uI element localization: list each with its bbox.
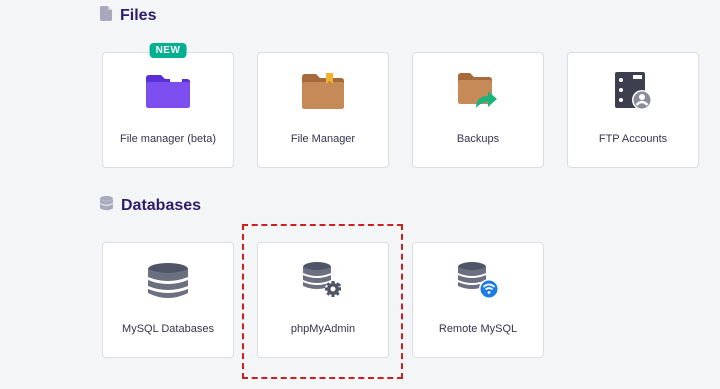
file-manager-label: File Manager <box>290 133 356 145</box>
file-manager-beta-card[interactable]: NEW File manager (beta) <box>102 43 234 168</box>
backup-folder-icon <box>454 71 502 111</box>
ftp-server-icon <box>609 71 657 111</box>
databases-title: Databases <box>121 197 202 214</box>
database-icon <box>144 261 192 301</box>
phpmyadmin-label: phpMyAdmin <box>290 323 356 335</box>
files-section-header: Files <box>100 6 156 26</box>
backups-label: Backups <box>456 133 500 145</box>
ftp-accounts-label: FTP Accounts <box>598 133 668 145</box>
file-manager-card[interactable]: File Manager <box>257 52 389 168</box>
remote-mysql-label: Remote MySQL <box>438 323 518 335</box>
database-wifi-icon <box>454 261 502 301</box>
mysql-databases-label: MySQL Databases <box>122 323 214 335</box>
phpmyadmin-card[interactable]: phpMyAdmin <box>257 242 389 358</box>
database-icon <box>100 196 113 216</box>
files-title: Files <box>120 7 157 24</box>
remote-mysql-card[interactable]: Remote MySQL <box>412 242 544 358</box>
mysql-databases-card[interactable]: MySQL Databases <box>102 242 234 358</box>
ftp-accounts-card[interactable]: FTP Accounts <box>567 52 699 168</box>
new-badge: NEW <box>149 43 187 58</box>
file-icon <box>100 6 112 26</box>
folder-brown-icon <box>299 71 347 111</box>
file-manager-beta-label: File manager (beta) <box>120 133 216 145</box>
databases-section-header: Databases <box>100 196 201 216</box>
database-gear-icon <box>299 261 347 301</box>
backups-card[interactable]: Backups <box>412 52 544 168</box>
folder-purple-icon <box>144 71 192 111</box>
